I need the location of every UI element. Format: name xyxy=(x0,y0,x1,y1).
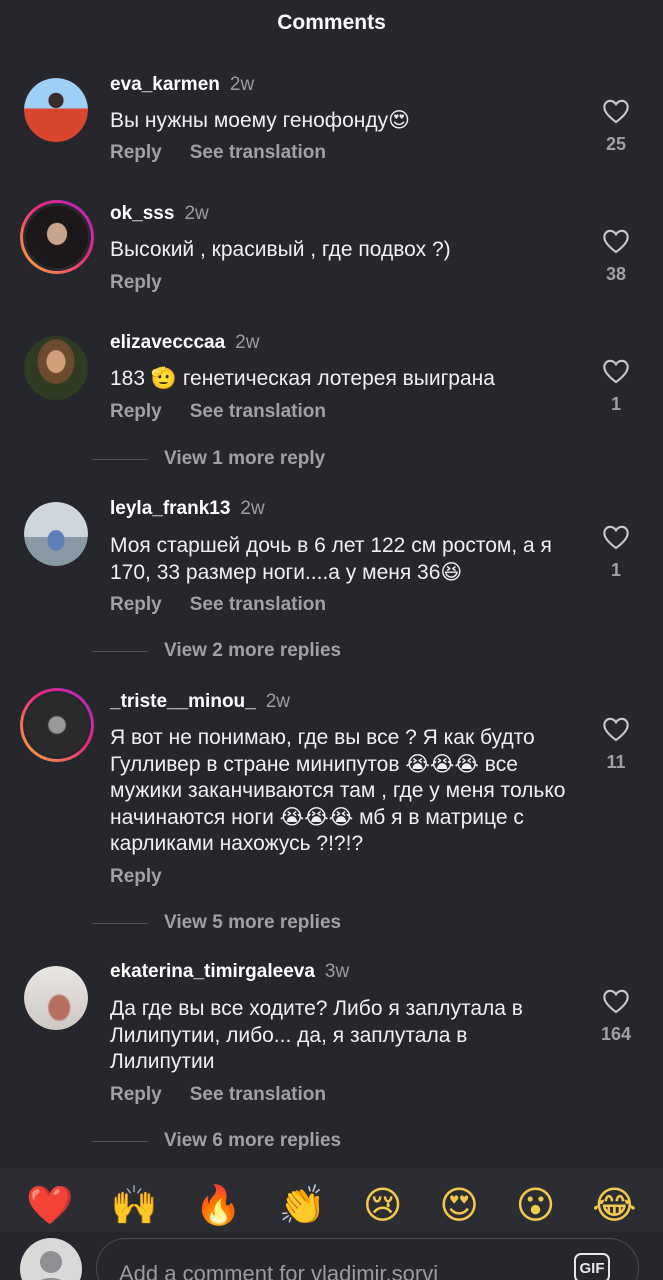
like-button[interactable]: 11 xyxy=(598,716,634,773)
comment-input-placeholder: Add a comment for vladimir.sorvi xyxy=(119,1261,439,1280)
emoji-crying-face[interactable]: 😢 xyxy=(363,1186,403,1224)
see-translation-button[interactable]: See translation xyxy=(190,142,326,164)
reply-button[interactable]: Reply xyxy=(110,272,162,294)
comment-text: Я вот не понимаю, где вы все ? Я как буд… xyxy=(110,726,566,855)
see-translation-button[interactable]: See translation xyxy=(190,1084,326,1106)
view-more-replies-label: View 2 more replies xyxy=(164,640,342,661)
divider xyxy=(92,650,148,652)
timestamp: 2w xyxy=(235,332,260,353)
avatar[interactable] xyxy=(20,688,94,762)
username[interactable]: _triste__minou_ xyxy=(110,691,256,713)
avatar xyxy=(20,1238,82,1280)
emoji-tears-of-joy[interactable]: 😂 xyxy=(592,1186,636,1224)
heart-icon xyxy=(603,99,629,124)
username[interactable]: ok_sss xyxy=(110,203,174,225)
see-translation-button[interactable]: See translation xyxy=(190,594,326,616)
reply-button[interactable]: Reply xyxy=(110,866,162,888)
view-more-replies[interactable]: View 6 more replies xyxy=(92,1130,341,1152)
header: Comments xyxy=(0,0,663,46)
heart-icon xyxy=(603,989,629,1014)
emoji-raising-hands[interactable]: 🙌 xyxy=(111,1186,158,1224)
heart-icon xyxy=(603,359,629,384)
comment-text: Вы нужны моему генофонду😍 xyxy=(110,109,410,132)
emoji-red-heart[interactable]: ❤️ xyxy=(26,1186,73,1224)
comment-input[interactable]: Add a comment for vladimir.sorvi GIF xyxy=(96,1238,639,1280)
reply-button[interactable]: Reply xyxy=(110,594,162,616)
avatar[interactable] xyxy=(24,502,88,566)
like-count: 164 xyxy=(600,1024,632,1044)
divider xyxy=(92,1140,148,1142)
emoji-clapping-hands[interactable]: 👏 xyxy=(279,1186,326,1224)
default-avatar-icon xyxy=(40,1251,62,1280)
comment-text: Высокий , красивый , где подвох ?) xyxy=(110,238,451,261)
timestamp: 3w xyxy=(324,961,350,982)
see-translation-button[interactable]: See translation xyxy=(190,401,326,423)
emoji-bar: ❤️ 🙌 🔥 👏 😢 😍 😮 😂 xyxy=(0,1168,663,1242)
reply-button[interactable]: Reply xyxy=(110,1084,162,1106)
page-title: Comments xyxy=(277,11,386,34)
comment-text: Моя старшей дочь в 6 лет 122 см ростом, … xyxy=(110,534,552,584)
username[interactable]: ekaterina_timirgaleeva xyxy=(110,961,315,983)
like-button[interactable]: 1 xyxy=(598,358,634,415)
username[interactable]: eva_karmen xyxy=(110,74,220,96)
reply-button[interactable]: Reply xyxy=(110,142,162,164)
comment-composer: Add a comment for vladimir.sorvi GIF xyxy=(0,1232,663,1280)
like-count: 1 xyxy=(610,394,621,414)
reply-button[interactable]: Reply xyxy=(110,401,162,423)
avatar[interactable] xyxy=(24,966,88,1030)
timestamp: 2w xyxy=(184,203,209,224)
username[interactable]: leyla_frank13 xyxy=(110,498,230,520)
view-more-replies-label: View 5 more replies xyxy=(164,912,342,933)
comment-text: 183 🫡 генетическая лотерея выиграна xyxy=(110,367,495,390)
emoji-surprised-face[interactable]: 😮 xyxy=(516,1186,556,1224)
emoji-heart-eyes[interactable]: 😍 xyxy=(439,1186,479,1224)
avatar[interactable] xyxy=(24,336,88,400)
divider xyxy=(92,922,148,924)
divider xyxy=(92,458,148,460)
heart-icon xyxy=(603,525,629,550)
like-count: 11 xyxy=(606,752,626,772)
like-count: 38 xyxy=(605,264,627,284)
avatar[interactable] xyxy=(20,200,94,274)
comment-text: Да где вы все ходите? Либо я заплутала в… xyxy=(110,997,523,1073)
like-button[interactable]: 38 xyxy=(598,228,634,285)
view-more-replies[interactable]: View 5 more replies xyxy=(92,912,341,934)
view-more-replies-label: View 1 more reply xyxy=(164,448,326,469)
emoji-fire[interactable]: 🔥 xyxy=(195,1186,242,1224)
view-more-replies-label: View 6 more replies xyxy=(164,1130,342,1151)
gif-icon[interactable]: GIF xyxy=(574,1253,610,1280)
like-button[interactable]: 164 xyxy=(598,988,634,1045)
view-more-replies[interactable]: View 2 more replies xyxy=(92,640,341,662)
like-count: 25 xyxy=(605,134,627,154)
timestamp: 2w xyxy=(265,691,291,712)
like-button[interactable]: 1 xyxy=(598,524,634,581)
heart-icon xyxy=(603,717,629,742)
avatar[interactable] xyxy=(24,78,88,142)
timestamp: 2w xyxy=(240,498,265,519)
username[interactable]: elizavecccaa xyxy=(110,332,225,354)
timestamp: 2w xyxy=(229,74,255,95)
heart-icon xyxy=(603,229,629,254)
like-button[interactable]: 25 xyxy=(598,98,634,155)
view-more-replies[interactable]: View 1 more reply xyxy=(92,448,325,470)
like-count: 1 xyxy=(610,560,621,580)
